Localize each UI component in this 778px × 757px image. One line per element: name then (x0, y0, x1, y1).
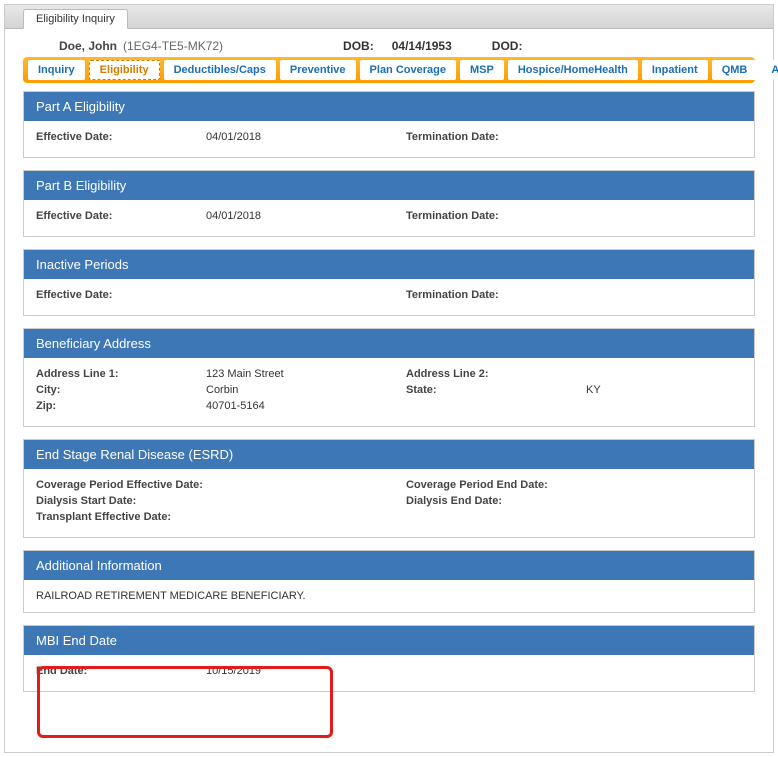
dialysis-end-label: Dialysis End Date: (406, 495, 586, 507)
tab-inpatient[interactable]: Inpatient (642, 60, 708, 80)
tab-preventive[interactable]: Preventive (280, 60, 356, 80)
coverage-eff-label: Coverage Period Effective Date: (36, 479, 236, 491)
state-label: State: (406, 384, 586, 396)
patient-id: (1EG4-TE5-MK72) (123, 39, 223, 53)
dialysis-start-label: Dialysis Start Date: (36, 495, 236, 507)
part-b-effective-value: 04/01/2018 (206, 210, 406, 222)
part-b-termination-label: Termination Date: (406, 210, 586, 222)
section-header-additional: Additional Information (24, 551, 754, 580)
part-b-termination-value (586, 210, 742, 222)
tab-plan-coverage[interactable]: Plan Coverage (360, 60, 456, 80)
transplant-label: Transplant Effective Date: (36, 511, 236, 523)
address-line1-label: Address Line 1: (36, 368, 206, 380)
tab-deductibles-caps[interactable]: Deductibles/Caps (164, 60, 276, 80)
mbi-end-value: 10/15/2019 (206, 665, 406, 677)
address-line1-value: 123 Main Street (206, 368, 406, 380)
zip-value: 40701-5164 (206, 400, 406, 412)
part-a-effective-value: 04/01/2018 (206, 131, 406, 143)
tab-qmb[interactable]: QMB (712, 60, 758, 80)
inactive-termination-label: Termination Date: (406, 289, 586, 301)
address-line2-label: Address Line 2: (406, 368, 586, 380)
section-mbi: MBI End Date End Date: 10/15/2019 (23, 625, 755, 692)
top-tab-bar: Eligibility Inquiry (5, 5, 773, 29)
tab-eligibility[interactable]: Eligibility (89, 60, 160, 80)
section-header-address: Beneficiary Address (24, 329, 754, 358)
section-header-esrd: End Stage Renal Disease (ESRD) (24, 440, 754, 469)
inactive-termination-value (586, 289, 742, 301)
tab-inquiry[interactable]: Inquiry (28, 60, 85, 80)
zip-label: Zip: (36, 400, 206, 412)
coverage-eff-value (236, 479, 406, 491)
section-additional: Additional Information RAILROAD RETIREME… (23, 550, 755, 613)
part-a-termination-label: Termination Date: (406, 131, 586, 143)
part-b-effective-label: Effective Date: (36, 210, 206, 222)
patient-header: Doe, John (1EG4-TE5-MK72) DOB: 04/14/195… (59, 39, 755, 53)
part-a-effective-label: Effective Date: (36, 131, 206, 143)
section-inactive: Inactive Periods Effective Date: Termina… (23, 249, 755, 316)
inactive-effective-value (206, 289, 406, 301)
section-header-mbi: MBI End Date (24, 626, 754, 655)
state-value: KY (586, 384, 742, 396)
city-value: Corbin (206, 384, 406, 396)
city-label: City: (36, 384, 206, 396)
section-header-part-a: Part A Eligibility (24, 92, 754, 121)
tab-eligibility-inquiry[interactable]: Eligibility Inquiry (23, 9, 128, 29)
section-address: Beneficiary Address Address Line 1: 123 … (23, 328, 755, 427)
tab-all-screens[interactable]: All screens (761, 60, 778, 80)
mbi-end-label: End Date: (36, 665, 206, 677)
section-part-b: Part B Eligibility Effective Date: 04/01… (23, 170, 755, 237)
section-esrd: End Stage Renal Disease (ESRD) Coverage … (23, 439, 755, 538)
dod-label: DOD: (492, 39, 523, 53)
address-line2-value (586, 368, 742, 380)
transplant-value (236, 511, 436, 523)
section-header-part-b: Part B Eligibility (24, 171, 754, 200)
section-header-inactive: Inactive Periods (24, 250, 754, 279)
coverage-end-label: Coverage Period End Date: (406, 479, 586, 491)
part-a-termination-value (586, 131, 742, 143)
additional-text: RAILROAD RETIREMENT MEDICARE BENEFICIARY… (24, 580, 754, 612)
coverage-end-value (586, 479, 742, 491)
nav-tabs: InquiryEligibilityDeductibles/CapsPreven… (23, 57, 755, 83)
dob-label: DOB: (343, 39, 374, 53)
tab-hospice-homehealth[interactable]: Hospice/HomeHealth (508, 60, 638, 80)
section-part-a: Part A Eligibility Effective Date: 04/01… (23, 91, 755, 158)
dialysis-start-value (236, 495, 406, 507)
dob-value: 04/14/1953 (392, 39, 452, 53)
tab-msp[interactable]: MSP (460, 60, 504, 80)
patient-name: Doe, John (59, 39, 117, 53)
dialysis-end-value (586, 495, 742, 507)
inactive-effective-label: Effective Date: (36, 289, 206, 301)
